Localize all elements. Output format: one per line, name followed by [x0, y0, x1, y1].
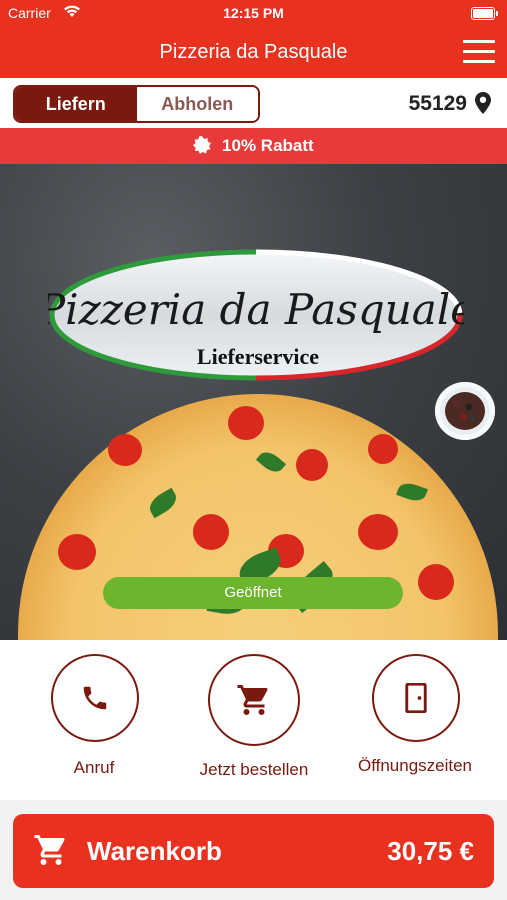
cart-icon [237, 685, 268, 715]
discount-banner: 10% Rabatt [0, 128, 507, 164]
phone-icon [83, 686, 107, 710]
restaurant-logo: Pizzeria da Pasquale Lieferservice [48, 249, 464, 381]
cart-label: Warenkorb [87, 836, 222, 866]
discount-text: 10% Rabatt [222, 136, 314, 155]
call-label: Anruf [73, 758, 115, 777]
cart-button[interactable]: Warenkorb 30,75 € [13, 814, 494, 888]
opening-hours-label: Öffnungszeiten [357, 756, 473, 775]
call-button[interactable] [51, 654, 139, 742]
pickup-option[interactable]: Abholen [136, 87, 258, 121]
logo-script-text: Pizzeria da Pasquale [48, 285, 464, 334]
order-now-button[interactable] [208, 654, 300, 746]
pepper-bowl-image [435, 382, 495, 440]
status-bar: Carrier 12:15 PM [0, 0, 507, 26]
door-icon [405, 683, 427, 713]
logo-subtitle: Lieferservice [197, 344, 319, 369]
order-now-action[interactable]: Jetzt bestellen [200, 654, 308, 780]
order-now-label: Jetzt bestellen [199, 760, 309, 779]
clock: 12:15 PM [223, 5, 284, 21]
opening-hours-action[interactable]: Öffnungszeiten [358, 654, 472, 776]
location-pin-icon[interactable] [475, 92, 491, 114]
nav-bar: Pizzeria da Pasquale [0, 26, 507, 78]
cart-total: 30,75 € [387, 836, 474, 866]
opening-hours-button[interactable] [372, 654, 460, 742]
zip-code[interactable]: 55129 [409, 92, 467, 116]
quick-actions: Anruf Jetzt bestellen Öffnungszeiten [0, 640, 507, 800]
call-action[interactable]: Anruf [51, 654, 139, 778]
page-title: Pizzeria da Pasquale [159, 41, 348, 63]
cart-icon [34, 835, 65, 865]
deliver-option[interactable]: Liefern [15, 87, 137, 121]
open-status-button[interactable]: Geöffnet [103, 577, 403, 609]
discount-badge-icon [193, 136, 212, 155]
battery-icon [471, 7, 498, 20]
hero-image: Pizzeria da Pasquale Lieferservice Geöff… [0, 164, 507, 640]
hamburger-menu-icon[interactable] [463, 40, 495, 64]
order-mode-bar: Liefern Abholen 55129 [0, 78, 507, 128]
delivery-mode-toggle: Liefern Abholen [13, 85, 260, 123]
